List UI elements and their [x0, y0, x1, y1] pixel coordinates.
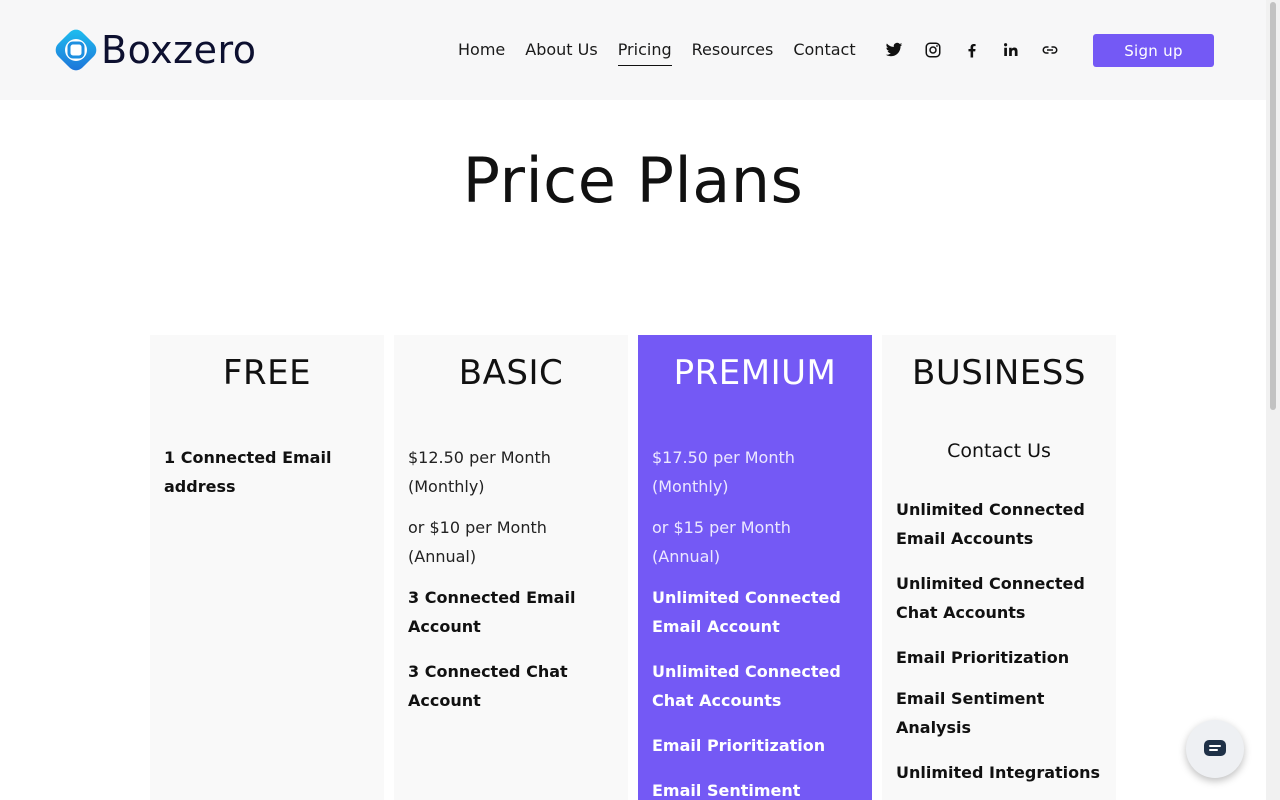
plan-feature: 3 Connected Chat Account [408, 662, 568, 710]
scrollbar-thumb[interactable] [1270, 2, 1276, 410]
plan-card-premium: PREMIUM $17.50 per Month (Monthly) or $1… [638, 335, 872, 800]
plan-feature: 3 Connected Email Account [408, 588, 576, 636]
signup-button[interactable]: Sign up [1093, 34, 1214, 67]
plan-card-free: FREE 1 Connected Email address [150, 335, 384, 800]
plan-name: BASIC [458, 353, 564, 393]
chat-widget-button[interactable] [1186, 720, 1244, 778]
logo-link[interactable]: Boxzero [55, 29, 257, 71]
main-nav: Home About Us Pricing Resources Contact [458, 39, 876, 66]
plan-feature: 1 Connected Email address [164, 448, 332, 496]
plan-feature: Email Prioritization [896, 648, 1070, 667]
site-header: Boxzero Home About Us Pricing Resources … [0, 0, 1266, 100]
nav-pricing[interactable]: Pricing [617, 39, 672, 66]
plan-feature: Unlimited Connected Email Accounts [896, 500, 1085, 548]
page-scrollbar[interactable] [1266, 0, 1280, 800]
plan-name: PREMIUM [673, 353, 837, 393]
social-links [884, 38, 1060, 62]
plan-price-annual: or $15 per Month (Annual) [652, 518, 791, 566]
nav-contact[interactable]: Contact [793, 39, 855, 66]
page-title: Price Plans [462, 144, 804, 217]
link-icon[interactable] [1040, 38, 1060, 62]
plan-card-business: BUSINESS Contact Us Unlimited Connected … [882, 335, 1116, 800]
plan-name: BUSINESS [912, 353, 1086, 393]
plan-feature: Unlimited Connected Email Account [652, 588, 841, 636]
contact-us-link[interactable]: Contact Us [882, 439, 1116, 463]
plan-price-monthly: $12.50 per Month (Monthly) [408, 448, 551, 496]
plan-feature: Unlimited Integrations [896, 763, 1101, 782]
linkedin-icon[interactable] [1001, 38, 1021, 62]
plan-price-monthly: $17.50 per Month (Monthly) [652, 448, 795, 496]
nav-about-us[interactable]: About Us [525, 39, 597, 66]
plan-feature: Unlimited Connected Chat Accounts [896, 574, 1085, 622]
plan-feature: Email Prioritization [652, 736, 826, 755]
boxzero-logo-icon [55, 29, 97, 71]
plan-feature: Unlimited Connected Chat Accounts [652, 662, 841, 710]
chat-icon [1204, 740, 1226, 756]
plan-feature: Email Sentiment Analysis [652, 781, 801, 800]
twitter-icon[interactable] [884, 38, 904, 62]
brand-name: Boxzero [101, 28, 257, 72]
nav-home[interactable]: Home [458, 39, 505, 66]
nav-resources[interactable]: Resources [692, 39, 774, 66]
plan-name: FREE [222, 353, 312, 393]
instagram-icon[interactable] [923, 38, 943, 62]
plan-feature: Email Sentiment Analysis [896, 689, 1045, 737]
plan-price-annual: or $10 per Month (Annual) [408, 518, 547, 566]
plan-card-basic: BASIC $12.50 per Month (Monthly) or $10 … [394, 335, 628, 800]
facebook-icon[interactable] [962, 38, 982, 62]
